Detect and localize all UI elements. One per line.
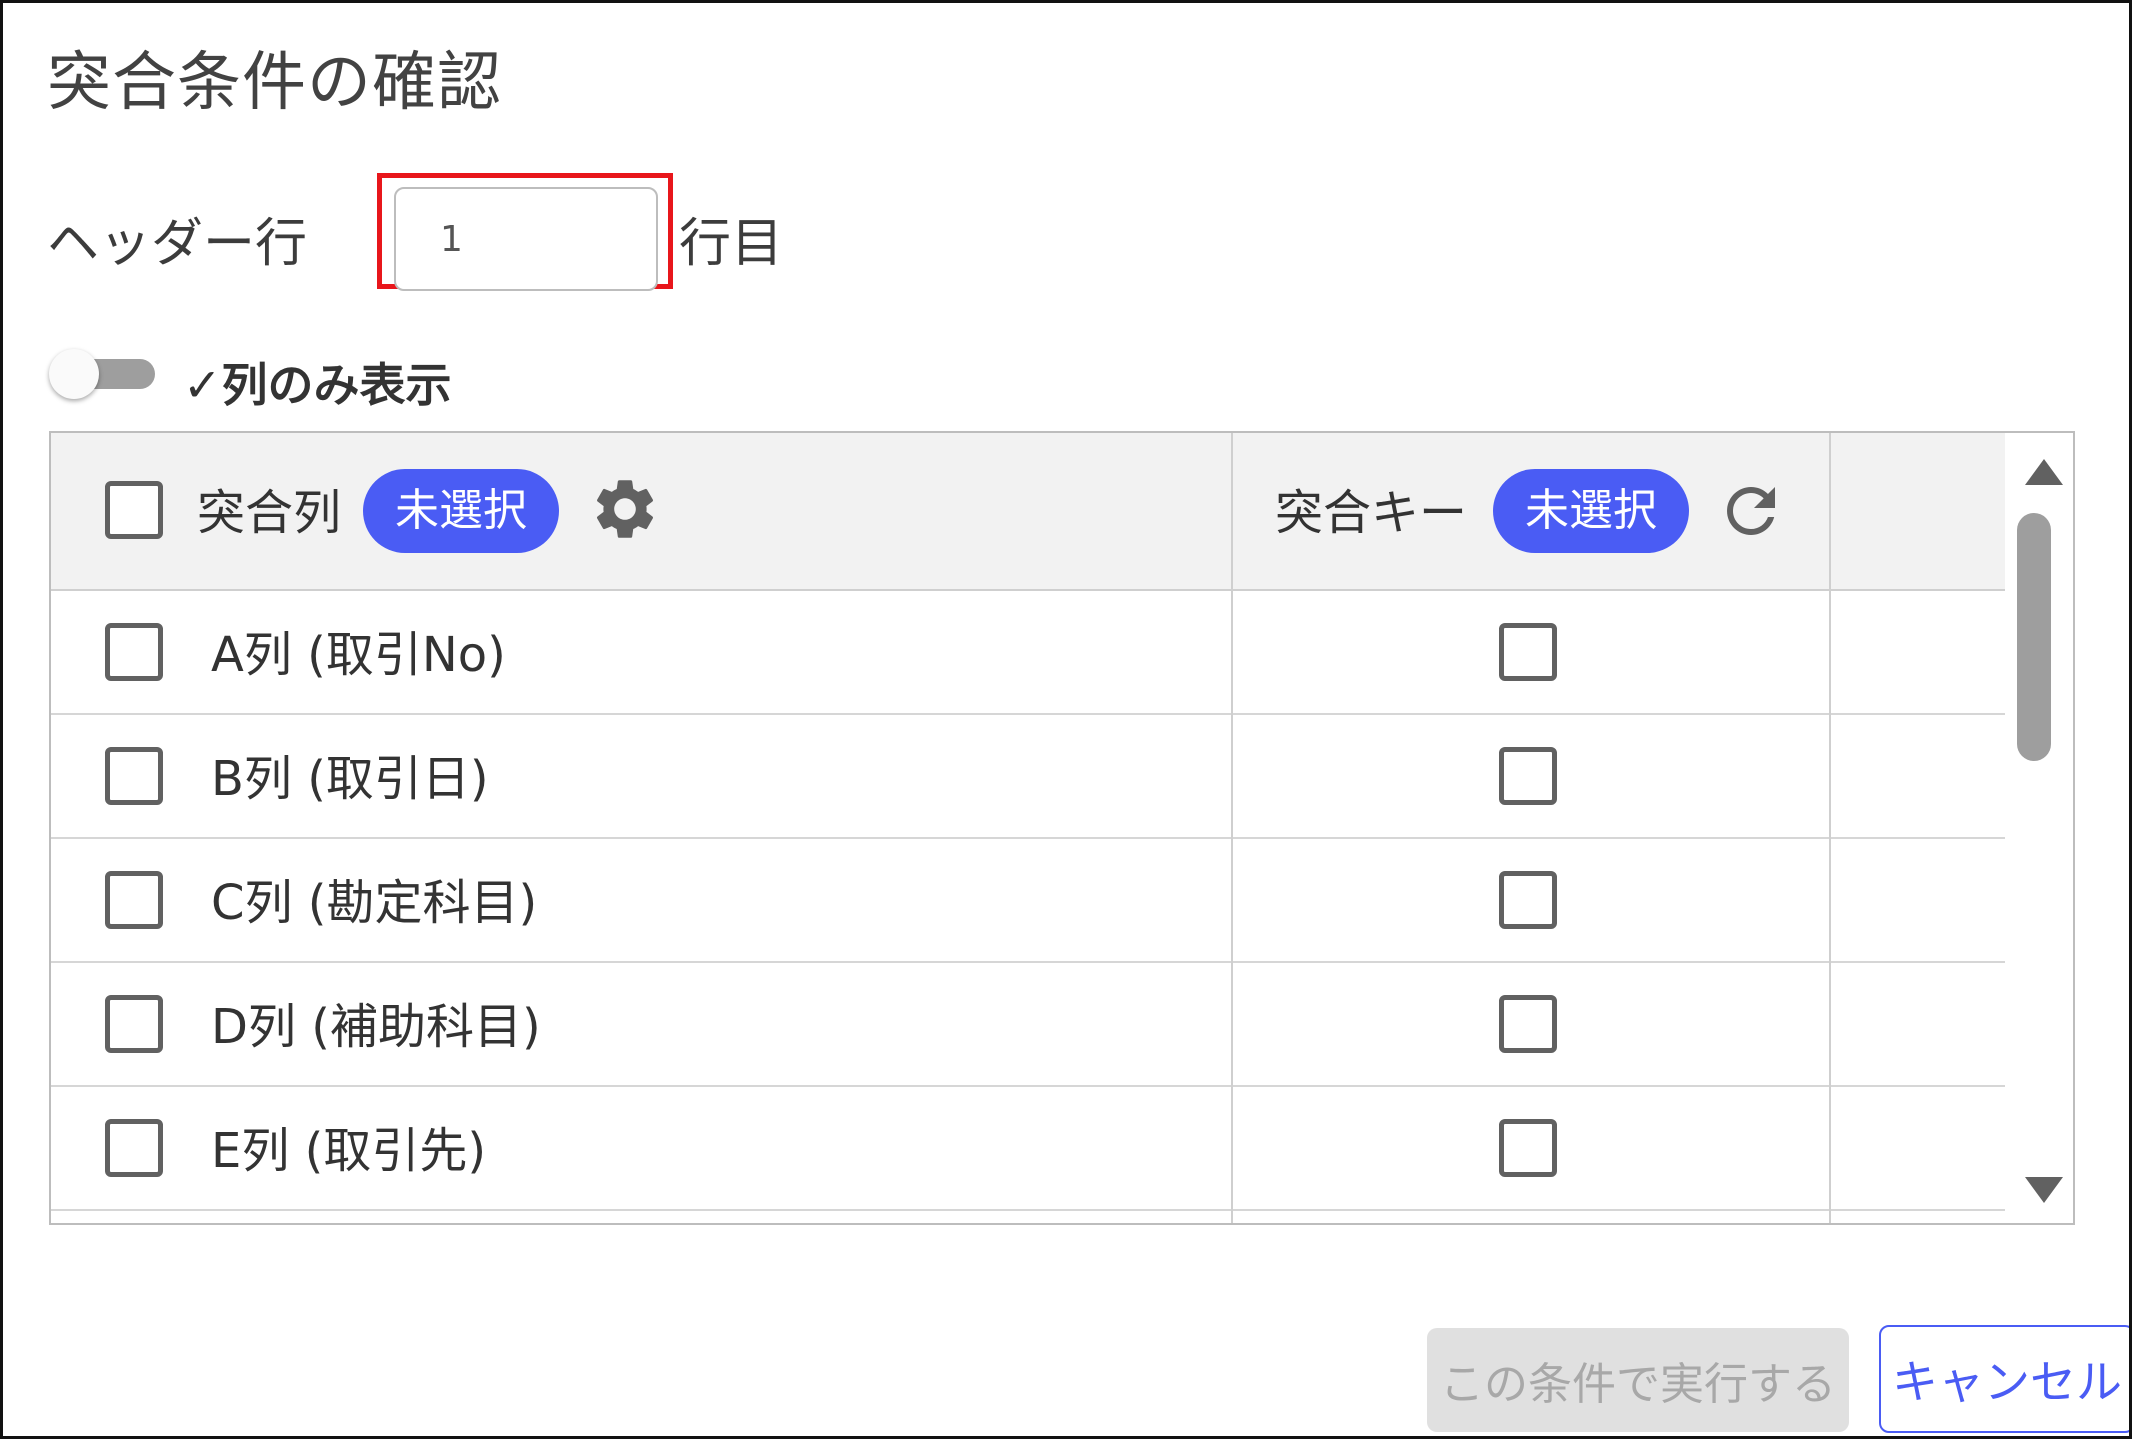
key-checkbox[interactable]: [1499, 1119, 1557, 1177]
refresh-icon[interactable]: [1715, 475, 1787, 551]
header-row-input[interactable]: [394, 187, 658, 291]
key-checkbox[interactable]: [1499, 747, 1557, 805]
cancel-button[interactable]: キャンセル: [1879, 1325, 2129, 1433]
toggle-label: ✓列のみ表示: [183, 358, 452, 412]
execute-button[interactable]: この条件で実行する: [1427, 1328, 1849, 1432]
row-checkbox[interactable]: [105, 871, 163, 929]
row-label: B列 (取引日): [211, 751, 489, 807]
row-checkbox[interactable]: [105, 995, 163, 1053]
scroll-down-icon[interactable]: [2021, 1171, 2067, 1211]
table-header: 突合列 未選択 突合キー 未選択: [51, 433, 2005, 591]
key-checkbox[interactable]: [1499, 623, 1557, 681]
scrollbar-thumb[interactable]: [2017, 513, 2051, 761]
row-label: C列 (勘定科目): [211, 875, 538, 931]
header-row-suffix: 行目: [679, 214, 784, 274]
dialog-title: 突合条件の確認: [47, 46, 502, 120]
dialog: 突合条件の確認 ヘッダー行 行目 ✓列のみ表示 突合列 未選択 突合キー 未選択: [0, 0, 2132, 1439]
table-row: C列 (勘定科目): [51, 839, 2005, 963]
row-label: D列 (補助科目): [211, 999, 541, 1055]
key-checkbox[interactable]: [1499, 995, 1557, 1053]
row-checkbox[interactable]: [105, 623, 163, 681]
header-row-label: ヘッダー行: [47, 214, 308, 274]
table-row: D列 (補助科目): [51, 963, 2005, 1087]
table-row: E列 (取引先): [51, 1087, 2005, 1211]
table-row: A列 (取引No): [51, 591, 2005, 715]
gear-icon[interactable]: [589, 473, 661, 549]
key-checkbox[interactable]: [1499, 871, 1557, 929]
toggle-knob[interactable]: [49, 349, 99, 399]
row-label: A列 (取引No): [211, 627, 506, 683]
select-all-checkbox[interactable]: [105, 481, 163, 539]
row-checkbox[interactable]: [105, 1119, 163, 1177]
match-key-status-badge: 未選択: [1493, 469, 1689, 553]
row-checkbox[interactable]: [105, 747, 163, 805]
row-label: E列 (取引先): [211, 1123, 487, 1179]
table-row: B列 (取引日): [51, 715, 2005, 839]
match-column-header: 突合列: [197, 485, 342, 541]
column-divider: [1231, 433, 1233, 1223]
match-key-header: 突合キー: [1275, 485, 1468, 541]
column-table: 突合列 未選択 突合キー 未選択 A列 (取引No) B列 (取引日) C列 (…: [49, 431, 2075, 1225]
column-divider: [1829, 433, 1831, 1223]
scroll-up-icon[interactable]: [2021, 455, 2067, 495]
match-column-status-badge: 未選択: [363, 469, 559, 553]
